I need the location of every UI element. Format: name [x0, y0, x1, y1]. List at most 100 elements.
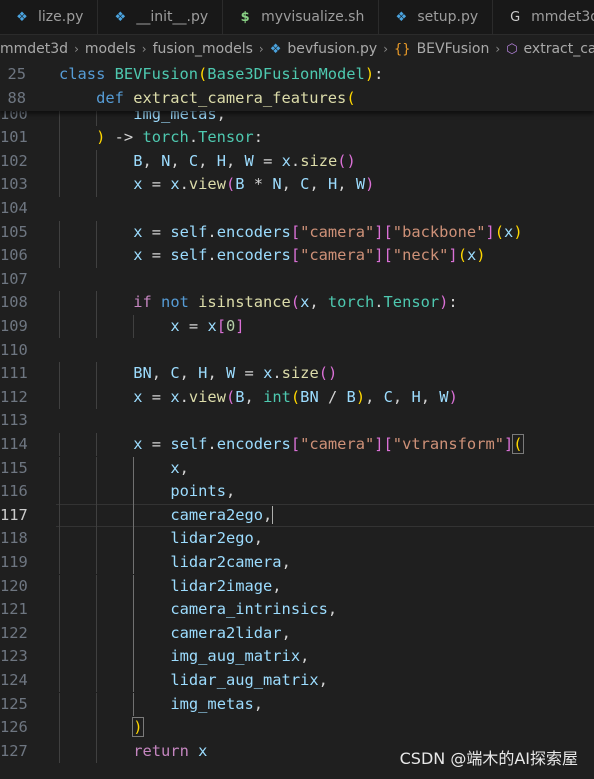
editor-tab[interactable]: ❖ setup.py: [379, 0, 494, 34]
code-token: "camera": [300, 246, 375, 265]
code-line[interactable]: 104: [0, 197, 594, 221]
breadcrumb-item[interactable]: ❖ bevfusion.py: [270, 41, 378, 57]
indent-guide: [96, 314, 98, 339]
code-line[interactable]: 111 BN, C, H, W = x.size(): [0, 362, 594, 386]
sticky-scroll-header[interactable]: 25 class BEVFusion(Base3DFusionModel): 88 d…: [0, 63, 594, 111]
editor-tab[interactable]: $ myvisualize.sh: [223, 0, 380, 34]
code-token: (): [337, 151, 356, 170]
editor-tab[interactable]: ❖ lize.py: [0, 0, 99, 34]
editor-tab[interactable]: Gmmdet3d/ops/...: [493, 0, 594, 34]
code-line[interactable]: 103 x = x.view(B * N, C, H, W): [0, 173, 594, 197]
code-line[interactable]: 112 x = x.view(B, int(BN / B), C, H, W): [0, 385, 594, 410]
code-token: ,: [198, 151, 217, 170]
line-number: 88: [7, 88, 26, 107]
line-number: 111: [0, 364, 28, 383]
indent-guide: [96, 244, 98, 268]
line-number: 113: [0, 411, 28, 430]
code-line[interactable]: 102 B, N, C, H, W = x.size(): [0, 149, 594, 174]
code-text: lidar2image,: [170, 575, 281, 599]
code-line[interactable]: 122 camera2lidar,: [0, 621, 594, 646]
breadcrumb-item[interactable]: fusion_models: [153, 41, 253, 57]
code-line[interactable]: 123 img_aug_matrix,: [0, 645, 594, 669]
code-line[interactable]: 126): [0, 716, 594, 740]
breadcrumb-label: BEVFusion: [416, 41, 490, 57]
code-line[interactable]: 117 camera2ego,: [0, 503, 594, 528]
code-token: (: [225, 175, 236, 194]
line-number: 110: [0, 340, 28, 359]
code-line[interactable]: 106 x = self.encoders["camera"]["neck"](x…: [0, 244, 594, 268]
indent-guide: [96, 739, 98, 764]
line-number: 121: [0, 600, 28, 619]
code-line[interactable]: 113: [0, 409, 594, 433]
code-line[interactable]: 116 points,: [0, 480, 594, 504]
code-token: int: [263, 387, 291, 406]
code-token: ,: [263, 505, 273, 524]
code-line[interactable]: 101) -> torch.Tensor:: [0, 126, 594, 150]
code-line[interactable]: 124 lidar_aug_matrix,: [0, 668, 594, 693]
sticky-line[interactable]: 25 class BEVFusion(Base3DFusionModel):: [0, 63, 594, 87]
code-token: ): [448, 387, 458, 406]
code-line[interactable]: 110: [0, 339, 594, 363]
indent-guide: [59, 692, 60, 717]
code-token: ,: [392, 387, 412, 406]
indent-guide: [133, 692, 135, 717]
code-line[interactable]: 119 lidar2camera,: [0, 550, 594, 575]
code-token: ,: [170, 151, 189, 170]
code-token: not: [161, 293, 199, 312]
code-token: camera2ego: [170, 505, 264, 524]
line-number: 117: [0, 505, 28, 524]
breadcrumb-item[interactable]: ⬡ extract_camera_features: [506, 41, 594, 57]
code-token: ]: [448, 246, 458, 265]
code-token: N: [272, 175, 282, 194]
code-token: x: [133, 434, 143, 453]
breadcrumb-item[interactable]: models: [85, 41, 136, 57]
indent-guide: [96, 291, 98, 315]
code-token: (: [198, 65, 208, 83]
code-token: .: [188, 128, 199, 147]
git-file-icon: G: [510, 9, 521, 25]
line-number: 123: [0, 647, 28, 666]
code-line[interactable]: 109 x = x[0]: [0, 314, 594, 339]
code-token: x: [170, 316, 180, 335]
code-token: def: [96, 88, 134, 107]
code-token: self: [170, 434, 208, 453]
code-line[interactable]: 115 x,: [0, 456, 594, 481]
line-number: 126: [0, 718, 28, 737]
breadcrumb-label: fusion_models: [152, 41, 253, 57]
indent-guide: [96, 621, 98, 646]
line-number: 109: [0, 316, 28, 335]
code-token: ,: [272, 576, 282, 595]
breadcrumb-label: bevfusion.py: [287, 41, 378, 57]
code-line[interactable]: 121 camera_intrinsics,: [0, 598, 594, 622]
code-line[interactable]: 107: [0, 268, 594, 292]
code-token: x: [281, 151, 291, 170]
line-number: 103: [0, 175, 28, 194]
indent-guide: [59, 456, 60, 481]
code-line[interactable]: 114 x = self.encoders["camera"]["vtransfo…: [0, 432, 594, 457]
code-token: "camera": [300, 434, 375, 453]
code-token: ,: [327, 600, 338, 619]
code-line[interactable]: 105 x = self.encoders["camera"]["backbone…: [0, 220, 594, 245]
code-token: camera_intrinsics: [170, 600, 328, 619]
code-line[interactable]: 120 lidar2image,: [0, 574, 594, 599]
code-token: ]: [485, 222, 495, 241]
breadcrumb-item[interactable]: mmdet3d: [0, 41, 68, 57]
code-token: ]: [235, 316, 245, 335]
code-line[interactable]: 108 if not isinstance(x, torch.Tensor):: [0, 291, 594, 315]
code-token: ,: [309, 293, 328, 312]
code-token: self: [170, 246, 208, 265]
code-token: N: [161, 151, 171, 170]
code-token: ][: [374, 222, 393, 241]
code-line[interactable]: 125 img_metas,: [0, 692, 594, 717]
line-number: 125: [0, 694, 28, 713]
breadcrumb-item[interactable]: {} BEVFusion: [394, 41, 489, 57]
code-line[interactable]: 118 lidar2ego,: [0, 527, 594, 551]
code-token: Base3DFusionModel: [207, 65, 365, 83]
code-token: ): [513, 222, 523, 241]
editor-tab[interactable]: ❖ __init__.py: [98, 0, 224, 34]
text-cursor: [272, 506, 274, 525]
editor-tab-bar: ❖ lize.py ❖ __init__.py $ myvisualize.sh ❖ setu…: [0, 0, 594, 35]
sticky-line[interactable]: 88 def extract_camera_features(: [0, 86, 594, 111]
breadcrumb-label: extract_camera_features: [523, 41, 594, 57]
code-editor[interactable]: 25 class BEVFusion(Base3DFusionModel): 88 d…: [0, 63, 594, 779]
